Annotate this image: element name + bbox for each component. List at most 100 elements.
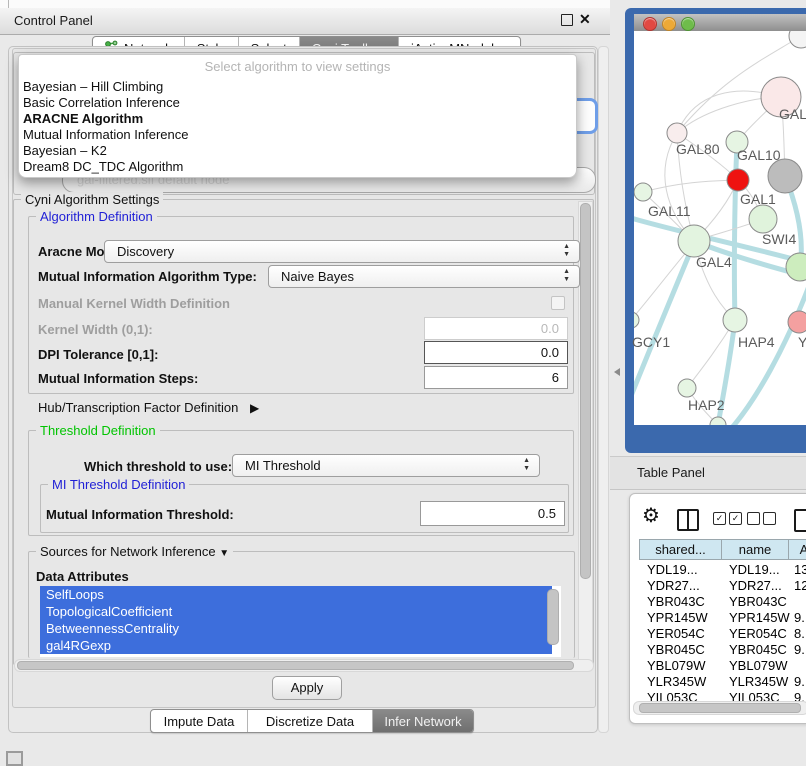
network-node[interactable] [723, 308, 747, 332]
select-all-icon[interactable]: ✓✓ [713, 512, 742, 527]
table-cell[interactable]: YBL079W [729, 658, 791, 674]
table-cell[interactable]: YBR045C [729, 642, 791, 658]
top-strip-divider [8, 0, 9, 8]
column-header[interactable]: shared... [639, 539, 722, 560]
tab-infer-network-label: Infer Network [384, 714, 461, 729]
network-canvas[interactable] [634, 31, 806, 425]
kernel-width-label: Kernel Width (0,1): [38, 322, 153, 337]
tab-impute-data[interactable]: Impute Data [151, 710, 248, 732]
algorithm-dropdown-popup: Select algorithm to view settings Bayesi… [18, 54, 577, 178]
apply-button[interactable]: Apply [272, 676, 342, 700]
column-header[interactable]: A [788, 539, 806, 560]
table-cell[interactable]: YPR145W [729, 610, 791, 626]
network-node[interactable] [788, 311, 806, 333]
table-cell[interactable]: 9. [794, 642, 806, 658]
panel-title: Control Panel [14, 13, 93, 28]
settings-scrollbar-thumb[interactable] [580, 203, 591, 579]
minimize-traffic-light[interactable] [662, 17, 676, 31]
table-cell[interactable]: YPR145W [647, 610, 722, 626]
splitter-arrow-icon[interactable] [614, 368, 620, 376]
table-cell[interactable]: 9. [794, 690, 806, 701]
table-cell[interactable]: YER054C [729, 626, 791, 642]
top-strip [0, 0, 610, 8]
float-panel-icon[interactable] [561, 14, 573, 26]
close-icon[interactable]: ✕ [579, 11, 591, 28]
mi-steps-input[interactable]: 6 [424, 366, 568, 389]
dropdown-item[interactable]: Basic Correlation Inference [19, 95, 576, 111]
table-cell[interactable]: YBR043C [647, 594, 722, 610]
table-panel-title: Table Panel [637, 465, 705, 480]
aracne-mode-combobox[interactable]: Discovery ▲▼ [104, 240, 580, 263]
threshold-definition-title: Threshold Definition [36, 423, 160, 438]
dropdown-item[interactable]: Bayesian – Hill Climbing [19, 79, 576, 95]
table-cell[interactable]: YLR345W [647, 674, 722, 690]
network-node[interactable] [768, 159, 802, 193]
table-cell[interactable]: YIL053C [729, 690, 791, 701]
column-header[interactable]: name [721, 539, 789, 560]
aracne-mode-value: Discovery [117, 244, 174, 259]
table-cell[interactable]: 9. [794, 674, 806, 690]
network-node[interactable] [667, 123, 687, 143]
dropdown-item[interactable]: Mutual Information Inference [19, 127, 576, 143]
table-icon[interactable] [794, 509, 806, 532]
hub-expand-arrow-icon[interactable]: ▶ [250, 401, 259, 415]
gear-icon[interactable]: ⚙ [642, 506, 660, 526]
tab-discretize-data[interactable]: Discretize Data [248, 710, 373, 732]
manual-kernel-checkbox[interactable] [551, 296, 565, 310]
network-node[interactable] [634, 312, 639, 328]
minimized-panel-icon[interactable] [6, 751, 23, 766]
hub-definition-toggle[interactable]: Hub/Transcription Factor Definition ▶ [38, 400, 259, 415]
table-cell[interactable]: 13 [794, 562, 806, 578]
table-cell[interactable] [794, 594, 806, 610]
network-node[interactable] [678, 379, 696, 397]
network-node[interactable] [749, 205, 777, 233]
table-cell[interactable]: YBL079W [647, 658, 722, 674]
table-cell[interactable]: YER054C [647, 626, 722, 642]
node-label: GAL11 [648, 203, 691, 219]
list-item[interactable]: BetweennessCentrality [40, 620, 552, 637]
mi-threshold-input[interactable]: 0.5 [420, 501, 565, 526]
table-hscrollbar-thumb[interactable] [639, 703, 801, 713]
table-cell[interactable]: YBR045C [647, 642, 722, 658]
table-cell[interactable]: YIL053C [647, 690, 722, 701]
list-item[interactable]: SelfLoops [40, 586, 552, 603]
network-node-selected[interactable] [727, 169, 749, 191]
network-node[interactable] [678, 225, 710, 257]
network-node[interactable] [710, 417, 726, 425]
table-cell[interactable]: 9. [794, 610, 806, 626]
kernel-width-input[interactable]: 0.0 [424, 317, 568, 340]
zoom-traffic-light[interactable] [681, 17, 695, 31]
table-cell[interactable]: YLR345W [729, 674, 791, 690]
list-scrollbar-thumb[interactable] [547, 589, 559, 645]
panel-scrollbar-track[interactable] [598, 46, 609, 733]
data-attributes-list: SelfLoops TopologicalCoefficient Between… [40, 586, 561, 657]
table-cell[interactable]: YBR043C [729, 594, 791, 610]
network-node[interactable] [789, 31, 806, 48]
list-item[interactable]: gal4RGexp [40, 637, 552, 654]
dropdown-item[interactable]: Dream8 DC_TDC Algorithm [19, 159, 576, 175]
table-cell[interactable]: YDR27... [647, 578, 722, 594]
mi-type-combobox[interactable]: Naive Bayes ▲▼ [268, 265, 580, 288]
network-node[interactable] [634, 183, 652, 201]
list-item[interactable]: TopologicalCoefficient [40, 603, 552, 620]
node-label: HAP4 [738, 334, 775, 350]
table-cell[interactable]: YDL19... [647, 562, 722, 578]
mi-type-label: Mutual Information Algorithm Type: [38, 269, 257, 284]
tab-infer-network[interactable]: Infer Network [373, 710, 473, 732]
table-cell[interactable] [794, 658, 806, 674]
which-threshold-combobox[interactable]: MI Threshold ▲▼ [232, 454, 540, 477]
settings-hscrollbar-thumb[interactable] [17, 661, 574, 670]
dropdown-item[interactable]: Bayesian – K2 [19, 143, 576, 159]
split-panel-icon[interactable] [677, 509, 699, 531]
table-cell[interactable]: YDR27... [729, 578, 791, 594]
sources-toggle[interactable]: Sources for Network Inference ▼ [36, 544, 233, 559]
table-cell[interactable]: 12 [794, 578, 806, 594]
network-window-titlebar[interactable] [634, 14, 806, 32]
dpi-tolerance-input[interactable]: 0.0 [424, 341, 568, 364]
table-cell[interactable]: YDL19... [729, 562, 791, 578]
dropdown-item-selected[interactable]: ARACNE Algorithm [19, 111, 576, 127]
sources-collapse-icon[interactable]: ▼ [219, 548, 229, 559]
close-traffic-light[interactable] [643, 17, 657, 31]
table-cell[interactable]: 8. [794, 626, 806, 642]
deselect-all-icon[interactable] [747, 512, 776, 527]
